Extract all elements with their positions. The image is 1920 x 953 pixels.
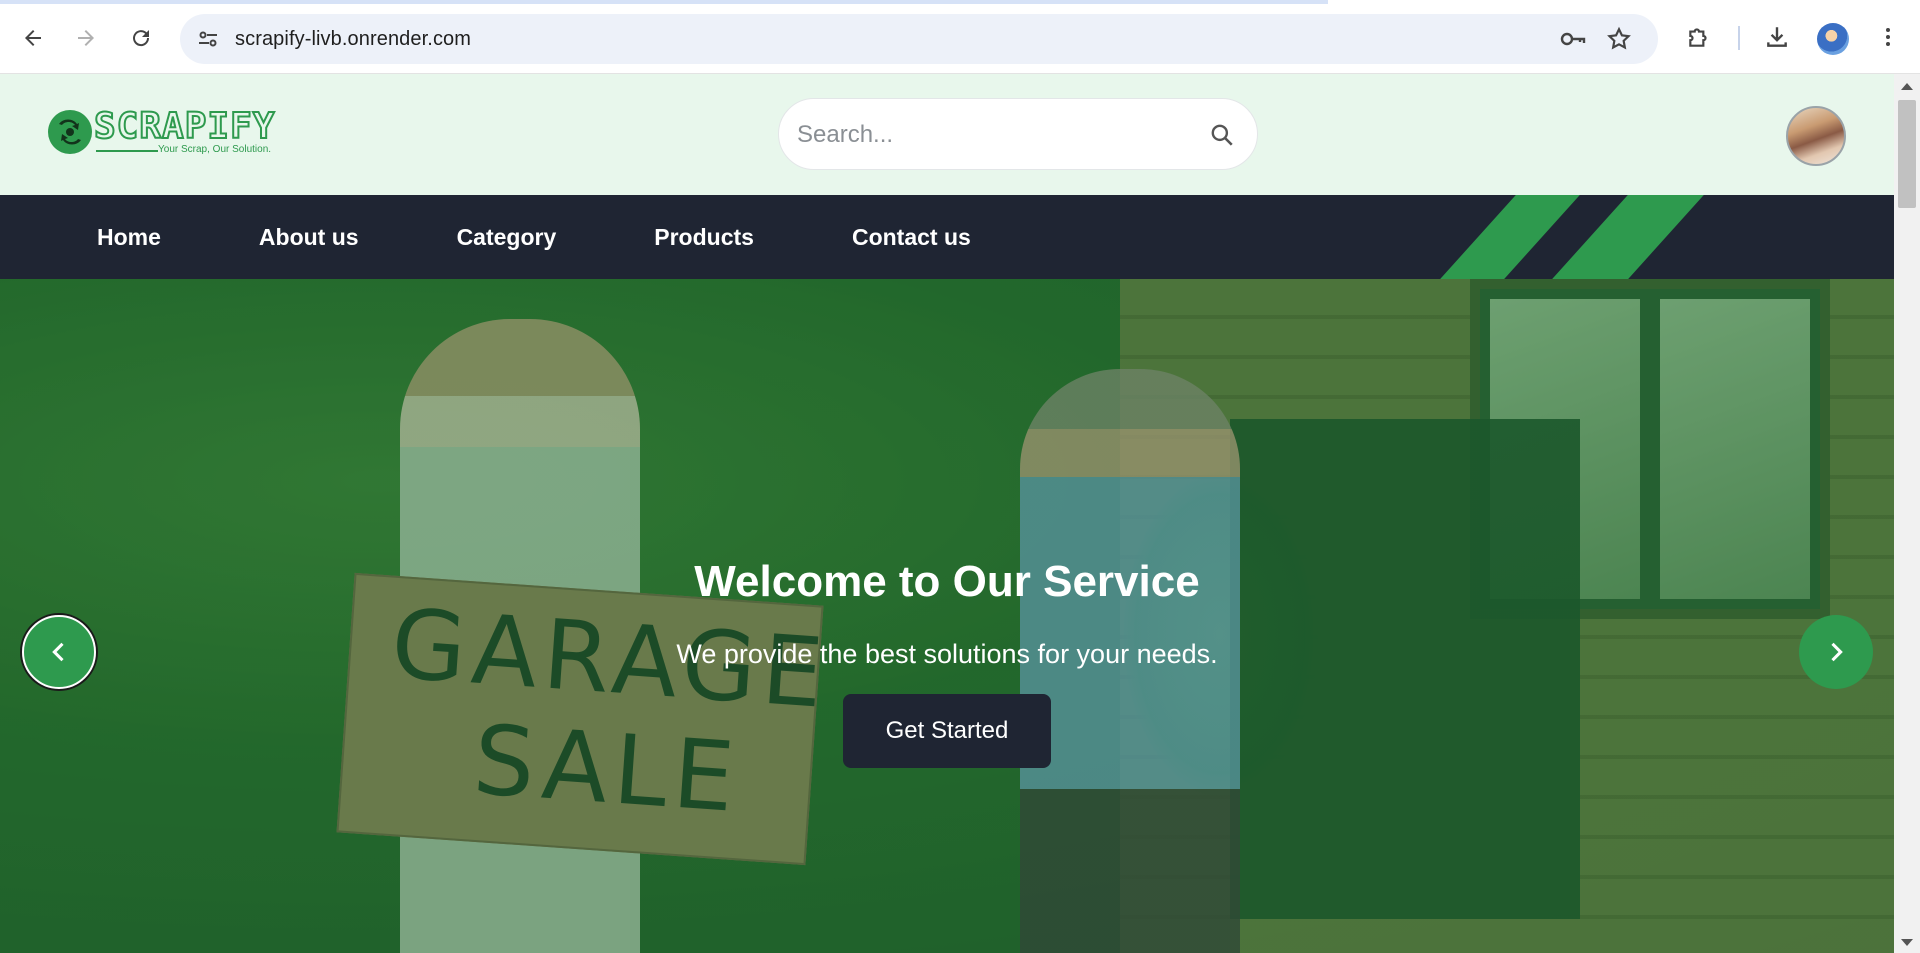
search-box[interactable] [778, 98, 1258, 170]
recycle-emblem-icon [48, 110, 92, 154]
user-avatar[interactable] [1786, 106, 1846, 166]
more-menu-button[interactable] [1873, 22, 1903, 52]
browser-toolbar: scrapify-livb.onrender.com [0, 0, 1920, 74]
scroll-up-arrow-icon[interactable] [1901, 83, 1913, 90]
chevron-right-icon [1831, 642, 1843, 662]
hero-green-overlay [0, 279, 1894, 953]
logo-underline [96, 150, 158, 152]
reload-button[interactable] [123, 20, 159, 56]
page-scrollbar[interactable] [1894, 74, 1920, 953]
hero-title: Welcome to Our Service [694, 557, 1200, 606]
downloads-button[interactable] [1762, 22, 1792, 52]
hero-carousel: GARAGE SALE Welcome to Our Service We pr… [0, 279, 1894, 953]
download-icon [1767, 27, 1787, 47]
nav-item-contact-us[interactable]: Contact us [852, 224, 971, 251]
site-header: SCRAPIFY Your Scrap, Our Solution. [0, 74, 1894, 195]
logo-wordmark: SCRAPIFY [93, 105, 276, 148]
back-icon [25, 30, 41, 46]
chevron-left-icon [52, 642, 64, 662]
toolbar-divider [1738, 26, 1740, 50]
bookmark-star-icon[interactable] [1606, 26, 1632, 52]
forward-icon [78, 30, 94, 46]
main-navigation: Home About us Category Products Contact … [0, 195, 1894, 279]
back-button[interactable] [15, 20, 51, 56]
reload-icon [133, 30, 150, 47]
forward-button[interactable] [68, 20, 104, 56]
carousel-prev-button[interactable] [22, 615, 96, 689]
scrollbar-thumb[interactable] [1898, 100, 1916, 208]
scroll-down-arrow-icon[interactable] [1901, 939, 1913, 946]
nav-decor-stripe [1552, 195, 1704, 279]
nav-item-home[interactable]: Home [97, 224, 161, 251]
url-text[interactable]: scrapify-livb.onrender.com [235, 28, 471, 51]
address-bar[interactable]: scrapify-livb.onrender.com [180, 14, 1658, 64]
nav-item-products[interactable]: Products [654, 224, 754, 251]
hero-subtitle: We provide the best solutions for your n… [676, 639, 1218, 669]
nav-decor-stripe [1440, 195, 1580, 279]
nav-item-about-us[interactable]: About us [259, 224, 359, 251]
logo-tagline: Your Scrap, Our Solution. [158, 144, 272, 155]
more-menu-icon [1886, 28, 1890, 46]
site-settings-icon[interactable] [196, 27, 220, 51]
search-icon[interactable] [1209, 122, 1235, 148]
scrapify-logo[interactable]: SCRAPIFY Your Scrap, Our Solution. [48, 105, 276, 160]
tab-strip-edge [0, 0, 1328, 4]
nav-item-category[interactable]: Category [457, 224, 557, 251]
search-input[interactable] [797, 113, 1197, 157]
carousel-next-button[interactable] [1799, 615, 1873, 689]
extensions-button[interactable] [1684, 22, 1714, 52]
extensions-icon [1689, 28, 1707, 47]
get-started-button[interactable]: Get Started [843, 694, 1051, 768]
profile-icon[interactable] [1817, 23, 1849, 55]
password-key-icon[interactable] [1560, 27, 1586, 51]
